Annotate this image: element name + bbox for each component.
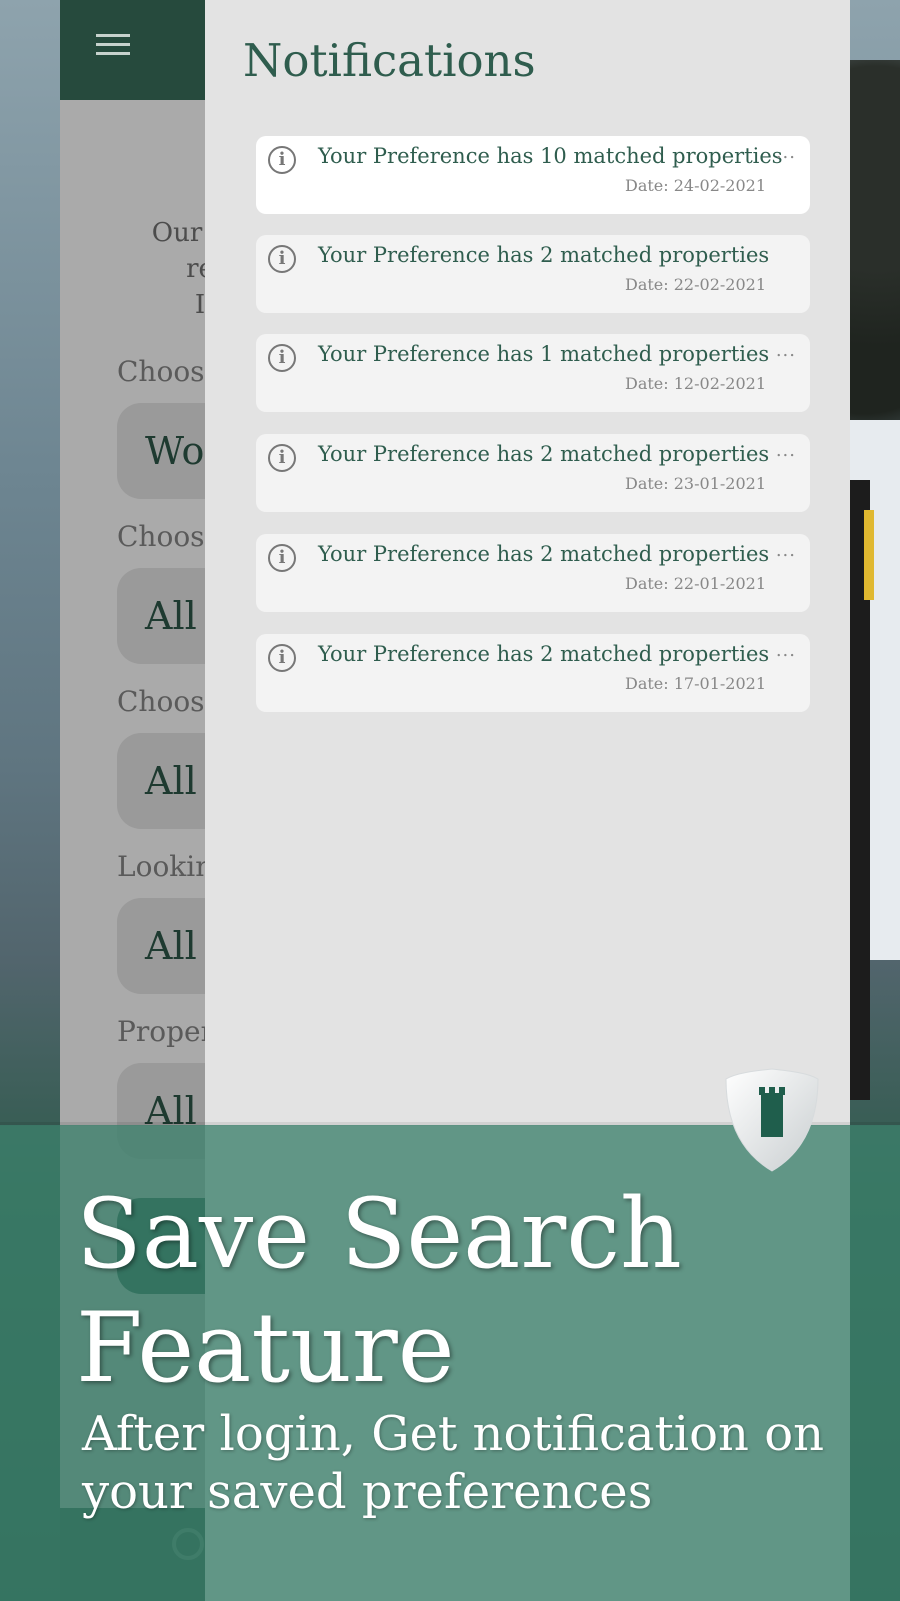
notification-message: Your Preference has 1 matched properties xyxy=(318,342,770,366)
notification-date: Date: 24-02-2021 xyxy=(625,176,766,195)
notification-message: Your Preference has 2 matched properties xyxy=(318,442,770,466)
more-options-icon[interactable]: ... xyxy=(776,640,796,661)
more-options-icon[interactable]: ... xyxy=(776,142,796,163)
notification-item[interactable]: i Your Preference has 10 matched propert… xyxy=(256,136,810,214)
notification-message: Your Preference has 2 matched properties xyxy=(318,642,770,666)
info-icon: i xyxy=(268,444,296,472)
info-icon: i xyxy=(268,146,296,174)
notification-date: Date: 12-02-2021 xyxy=(625,374,766,393)
info-icon: i xyxy=(268,245,296,273)
notification-item[interactable]: i Your Preference has 1 matched properti… xyxy=(256,334,810,412)
notification-date: Date: 22-02-2021 xyxy=(625,275,766,294)
hamburger-icon[interactable] xyxy=(96,30,130,60)
more-options-icon[interactable]: ... xyxy=(776,440,796,461)
banner-title: Save Search Feature xyxy=(76,1178,682,1404)
more-options-icon[interactable]: ... xyxy=(776,540,796,561)
building-accent xyxy=(864,510,874,600)
notification-message: Your Preference has 10 matched propertie… xyxy=(318,144,783,168)
notification-date: Date: 23-01-2021 xyxy=(625,474,766,493)
notifications-title: Notifications xyxy=(243,34,536,87)
notification-item[interactable]: i Your Preference has 2 matched properti… xyxy=(256,634,810,712)
field-label-4: Lookin xyxy=(117,850,214,883)
info-icon: i xyxy=(268,344,296,372)
field-label-5: Proper xyxy=(117,1015,214,1048)
more-options-icon[interactable]: ... xyxy=(776,340,796,361)
notification-date: Date: 17-01-2021 xyxy=(625,674,766,693)
banner-subtitle: After login, Get notification on your sa… xyxy=(82,1406,825,1520)
notification-message: Your Preference has 2 matched properties xyxy=(318,243,770,267)
info-icon: i xyxy=(268,544,296,572)
notification-item[interactable]: i Your Preference has 2 matched properti… xyxy=(256,235,810,313)
notification-message: Your Preference has 2 matched properties xyxy=(318,542,770,566)
shield-tower-logo xyxy=(725,1068,819,1172)
feature-banner: Save Search Feature After login, Get not… xyxy=(0,1125,900,1601)
notification-date: Date: 22-01-2021 xyxy=(625,574,766,593)
notification-item[interactable]: i Your Preference has 2 matched properti… xyxy=(256,534,810,612)
notification-item[interactable]: i Your Preference has 2 matched properti… xyxy=(256,434,810,512)
info-icon: i xyxy=(268,644,296,672)
